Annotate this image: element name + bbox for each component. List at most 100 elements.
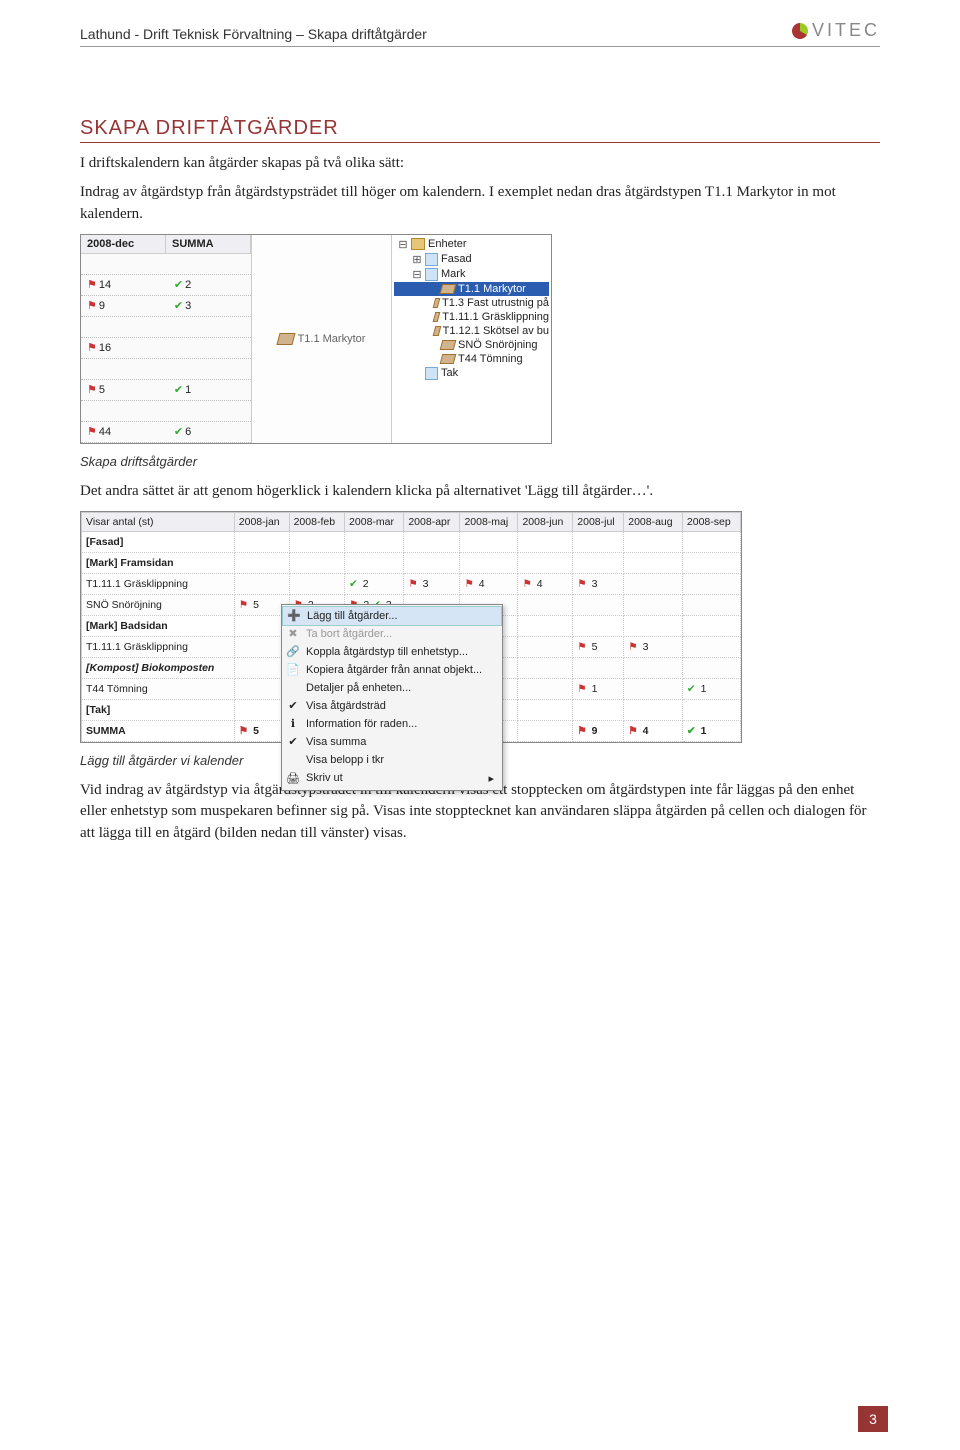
cell[interactable] — [682, 531, 740, 552]
calendar-row: ⚑14✔2 — [81, 275, 251, 296]
cell[interactable] — [345, 552, 404, 573]
cell[interactable]: ✔ 2 — [345, 573, 404, 594]
cell[interactable] — [682, 636, 740, 657]
row-label: [Kompost] Biokomposten — [82, 657, 235, 678]
tree-item[interactable]: T1.11.1 Gräsklippning — [394, 310, 549, 324]
menu-item[interactable]: Detaljer på enheten... — [282, 679, 502, 697]
cell[interactable] — [518, 657, 573, 678]
tree-item[interactable]: ⊟ Mark — [394, 267, 549, 282]
context-menu[interactable]: ➕Lägg till åtgärder...✖Ta bort åtgärder.… — [281, 604, 503, 791]
cell[interactable] — [404, 531, 460, 552]
menu-item[interactable]: ✔Visa summa — [282, 733, 502, 751]
calendar-row — [81, 254, 251, 275]
cell[interactable] — [624, 552, 683, 573]
cell[interactable] — [624, 657, 683, 678]
cell[interactable] — [682, 594, 740, 615]
tree-item[interactable]: T44 Tömning — [394, 352, 549, 366]
intro-para-1: I driftskalendern kan åtgärder skapas på… — [80, 153, 880, 175]
section-title: SKAPA DRIFTÅTGÄRDER — [80, 117, 880, 143]
tree-item[interactable]: T1.1 Markytor — [394, 282, 549, 296]
menu-item-icon: ℹ — [286, 717, 300, 730]
menu-item[interactable]: ➕Lägg till åtgärder... — [282, 606, 502, 626]
cell[interactable] — [624, 699, 683, 720]
cell[interactable] — [573, 531, 624, 552]
cell[interactable]: ⚑ 4 — [518, 573, 573, 594]
col-header: 2008-apr — [404, 512, 460, 531]
menu-item[interactable]: ℹInformation för raden... — [282, 715, 502, 733]
cell[interactable] — [518, 552, 573, 573]
menu-item[interactable]: 🖨Skriv ut▸ — [282, 769, 502, 788]
screenshot-context-menu: Visar antal (st)2008-jan2008-feb2008-mar… — [80, 511, 742, 743]
cell[interactable] — [345, 531, 404, 552]
tree-item[interactable]: SNÖ Snöröjning — [394, 338, 549, 352]
cell[interactable] — [289, 573, 344, 594]
cell[interactable] — [404, 552, 460, 573]
brand: VITEC — [792, 20, 880, 41]
cell[interactable]: ⚑ 3 — [624, 636, 683, 657]
row-label: T44 Tömning — [82, 678, 235, 699]
cell[interactable] — [518, 678, 573, 699]
leaf-icon — [440, 340, 457, 350]
cell[interactable]: ⚑ 4 — [460, 573, 518, 594]
cell[interactable]: ✔ 1 — [682, 720, 740, 741]
cell[interactable] — [573, 594, 624, 615]
cell[interactable] — [682, 699, 740, 720]
cell[interactable] — [682, 657, 740, 678]
expand-icon[interactable]: ⊟ — [412, 268, 422, 281]
cell[interactable] — [289, 531, 344, 552]
row-label: [Tak] — [82, 699, 235, 720]
screenshot-drag-tree: 2008-dec SUMMA ⚑14✔2⚑9✔3⚑16⚑5✔1⚑44✔6 T1.… — [80, 234, 552, 444]
tree-label: Mark — [441, 268, 465, 280]
cell[interactable]: ⚑ 4 — [624, 720, 683, 741]
cell[interactable] — [573, 657, 624, 678]
cell[interactable]: ⚑ 1 — [573, 678, 624, 699]
node-icon — [425, 367, 438, 380]
cell[interactable]: ⚑ 3 — [573, 573, 624, 594]
cell[interactable] — [518, 720, 573, 741]
tree-label: T1.11.1 Gräsklippning — [442, 311, 549, 323]
cell[interactable] — [460, 531, 518, 552]
menu-item-label: Lägg till åtgärder... — [307, 610, 398, 622]
menu-item[interactable]: 🔗Koppla åtgärdstyp till enhetstyp... — [282, 643, 502, 661]
cell[interactable] — [624, 615, 683, 636]
cell[interactable] — [624, 594, 683, 615]
cell[interactable] — [573, 615, 624, 636]
cell[interactable] — [682, 573, 740, 594]
tree-item[interactable]: Tak — [394, 366, 549, 381]
cell[interactable] — [518, 699, 573, 720]
cell[interactable] — [234, 552, 289, 573]
cell[interactable] — [460, 552, 518, 573]
cell[interactable] — [682, 552, 740, 573]
cell[interactable] — [518, 531, 573, 552]
cell[interactable] — [518, 636, 573, 657]
tree-item[interactable]: T1.3 Fast utrustnig på — [394, 296, 549, 310]
cell[interactable] — [518, 594, 573, 615]
cell[interactable] — [682, 615, 740, 636]
menu-item[interactable]: 📄Kopiera åtgärder från annat objekt... — [282, 661, 502, 679]
cell[interactable]: ✔ 1 — [682, 678, 740, 699]
calendar-row — [81, 359, 251, 380]
cell[interactable]: ⚑ 5 — [573, 636, 624, 657]
cell[interactable]: ⚑ 3 — [404, 573, 460, 594]
cell[interactable] — [573, 552, 624, 573]
cell[interactable] — [624, 573, 683, 594]
col-header: 2008-jul — [573, 512, 624, 531]
tree-item[interactable]: T1.12.1 Skötsel av bu — [394, 324, 549, 338]
tree-item[interactable]: ⊞Fasad — [394, 252, 549, 267]
expand-icon[interactable]: ⊟ — [398, 238, 408, 251]
cell[interactable] — [573, 699, 624, 720]
cell[interactable] — [234, 573, 289, 594]
menu-item[interactable]: ✔Visa åtgärdsträd — [282, 697, 502, 715]
calendar-mini: 2008-dec SUMMA ⚑14✔2⚑9✔3⚑16⚑5✔1⚑44✔6 — [81, 235, 252, 443]
menu-item[interactable]: Visa belopp i tkr — [282, 751, 502, 769]
cell[interactable] — [518, 615, 573, 636]
cell[interactable]: ⚑ 9 — [573, 720, 624, 741]
menu-item: ✖Ta bort åtgärder... — [282, 625, 502, 643]
cell[interactable] — [234, 531, 289, 552]
cell[interactable] — [624, 678, 683, 699]
cell[interactable] — [624, 531, 683, 552]
cell[interactable] — [289, 552, 344, 573]
expand-icon[interactable]: ⊞ — [412, 253, 422, 266]
tree-item[interactable]: ⊟Enheter — [394, 237, 549, 252]
col-header: 2008-feb — [289, 512, 344, 531]
